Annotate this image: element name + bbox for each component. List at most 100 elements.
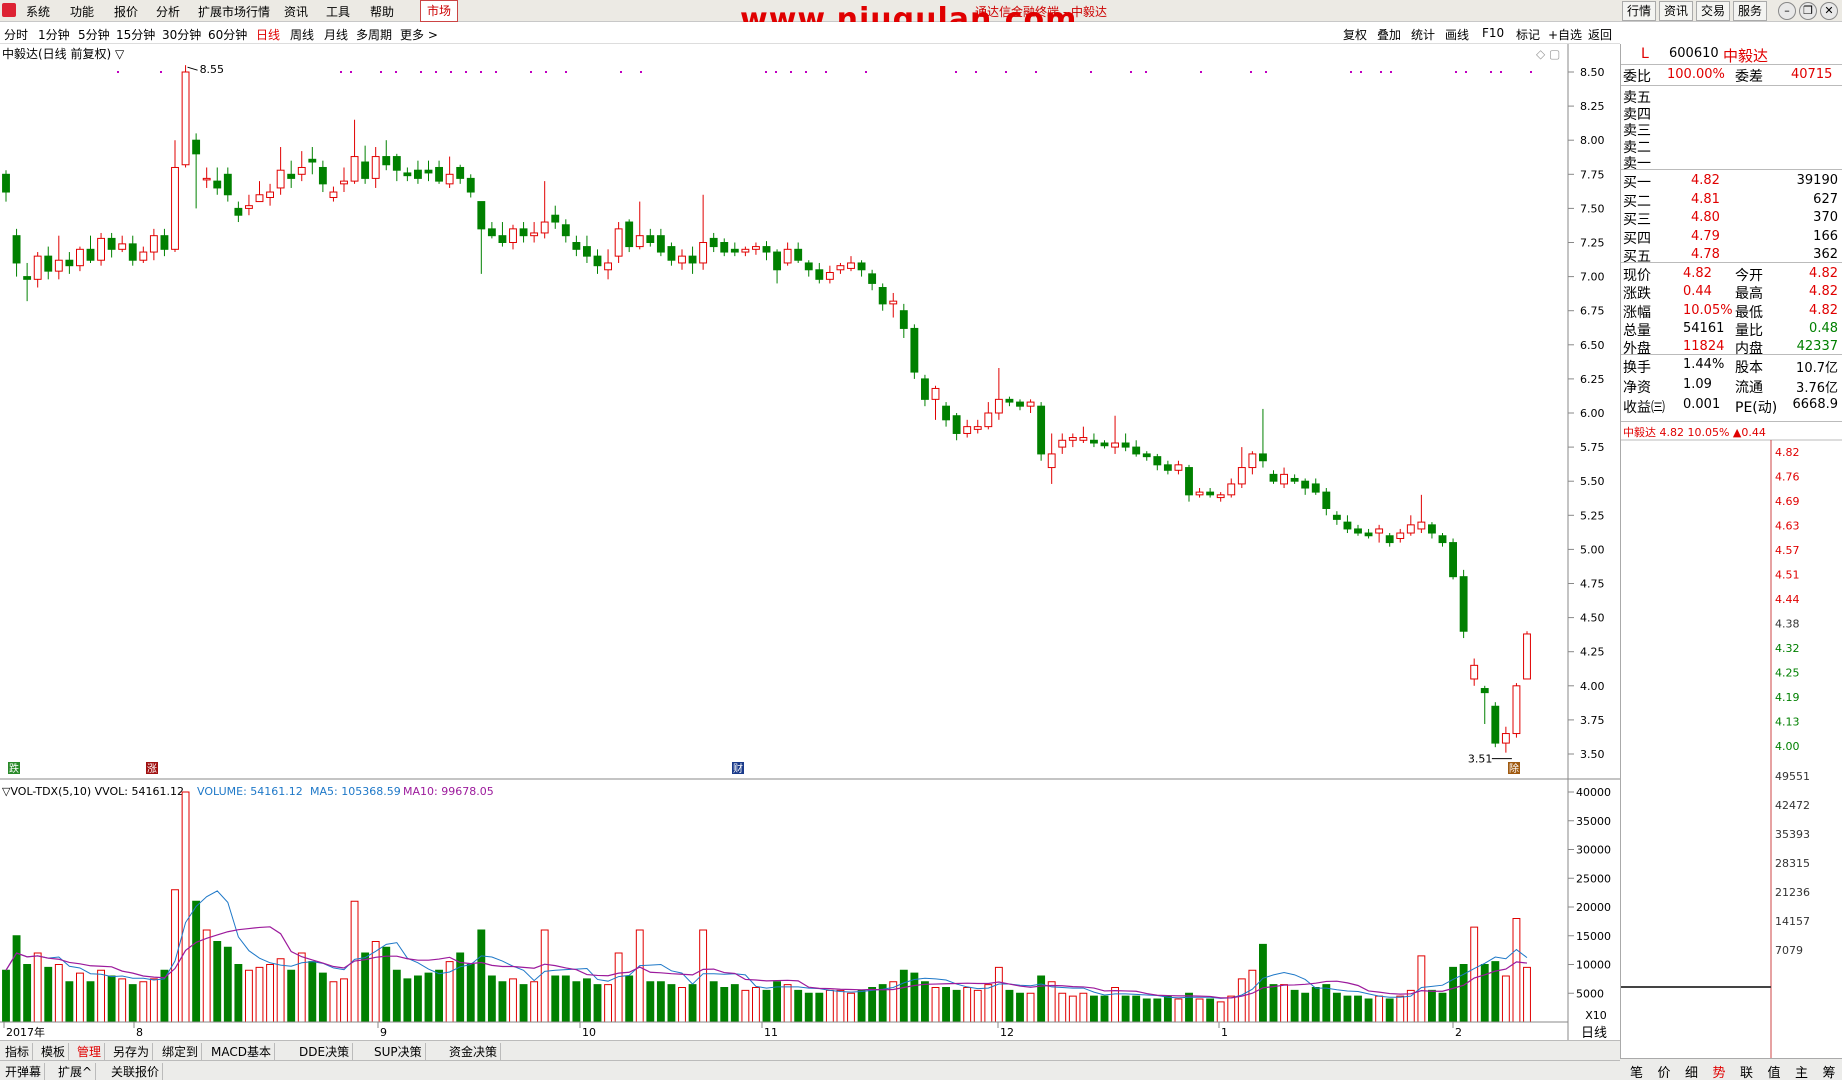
indicator-tab-6[interactable]: DDE决策 xyxy=(296,1043,354,1060)
trade-button[interactable]: 交易 xyxy=(1696,1,1730,21)
candle[interactable] xyxy=(1037,402,1046,461)
close-icon[interactable]: ✕ xyxy=(1820,2,1838,20)
panel-tab-0[interactable]: 笔 xyxy=(1630,1062,1643,1080)
toolbar-draw[interactable]: 画线 xyxy=(1445,26,1469,43)
menu-help[interactable]: 帮助 xyxy=(370,3,394,20)
indicator-tab-0[interactable]: 指标 xyxy=(2,1043,34,1060)
panel-tab-3[interactable]: 势 xyxy=(1713,1062,1726,1080)
period-more[interactable]: 更多 > xyxy=(400,26,438,43)
stat-4-3: 42337 xyxy=(1796,339,1838,355)
menu-info[interactable]: 资讯 xyxy=(284,3,308,20)
service-button[interactable]: 服务 xyxy=(1733,1,1767,21)
panel-tab-1[interactable]: 价 xyxy=(1658,1062,1671,1080)
volume-bar xyxy=(1090,995,1098,1023)
volume-bar xyxy=(107,975,116,1023)
candle[interactable] xyxy=(1459,569,1468,639)
volume-bar xyxy=(498,981,507,1023)
candle[interactable] xyxy=(1512,683,1521,738)
event-marker-icon[interactable]: 除 xyxy=(1508,762,1520,775)
toolbar-stats[interactable]: 统计 xyxy=(1411,26,1435,43)
menu-quote[interactable]: 报价 xyxy=(114,3,138,20)
extra-tab-0[interactable]: 开弹幕 xyxy=(2,1063,46,1080)
volume-bar xyxy=(762,989,771,1023)
candle[interactable] xyxy=(1449,538,1457,580)
minimize-icon[interactable]: – xyxy=(1778,2,1796,20)
restore-icon[interactable]: ❐ xyxy=(1799,2,1817,20)
menu-tools[interactable]: 工具 xyxy=(326,3,350,20)
volume-bar xyxy=(730,984,739,1023)
volume-bar xyxy=(688,984,697,1023)
weicha-value: 40715 xyxy=(1791,67,1833,82)
x-label: 2017年 xyxy=(6,1025,45,1039)
indicator-tab-2[interactable]: 管理 xyxy=(74,1043,106,1060)
menu-extended-market[interactable]: 扩展市场行情 xyxy=(198,3,270,20)
volume-bar xyxy=(414,975,422,1023)
indicator-tab-7[interactable]: SUP决策 xyxy=(371,1043,426,1060)
volume-bar xyxy=(783,984,792,1023)
period-daily[interactable]: 日线 xyxy=(256,26,280,43)
weibi-label: 委比 xyxy=(1623,69,1651,85)
info-button[interactable]: 资讯 xyxy=(1659,1,1693,21)
toolbar-add-favorite[interactable]: +自选 xyxy=(1548,26,1582,43)
extra-tab-2[interactable]: 关联报价 xyxy=(108,1063,164,1080)
panel-tab-2[interactable]: 细 xyxy=(1685,1062,1698,1080)
stat2-1-2: 流通 xyxy=(1735,380,1763,396)
volume-bar xyxy=(192,900,201,1023)
event-marker-icon[interactable]: 涨 xyxy=(146,762,158,775)
market-tab[interactable]: 市场 xyxy=(420,0,458,22)
period-60min[interactable]: 60分钟 xyxy=(208,26,247,43)
kline-chart[interactable]: 中毅达(日线 前复权) ▽ ◇ ▢ 8.50 8.25 8.00 7.75 7.50 7.… xyxy=(0,44,1620,1040)
toolbar-restore-rights[interactable]: 复权 xyxy=(1343,26,1367,43)
candle[interactable] xyxy=(181,65,190,168)
mini-intraday-chart[interactable]: 中毅达 4.82 10.05% ▲0.44 4.82 4.76 4.69 4.63 4.… xyxy=(1621,422,1842,1058)
daily-label[interactable]: 日线 xyxy=(1568,1022,1620,1041)
volume-bar xyxy=(635,929,644,1023)
event-marker-icon[interactable]: 财 xyxy=(732,762,744,775)
indicator-tab-8[interactable]: 资金决策 xyxy=(446,1043,502,1060)
panel-tab-7[interactable]: 筹 xyxy=(1823,1062,1836,1080)
y-tick-3: 7.75 xyxy=(1580,168,1605,181)
stat-1-0: 涨跌 xyxy=(1623,286,1651,303)
candle[interactable] xyxy=(1523,631,1531,680)
period-weekly[interactable]: 周线 xyxy=(290,26,314,43)
chart-settings-icon[interactable]: ◇ ▢ xyxy=(1536,47,1560,61)
event-marker-icon[interactable]: 跌 xyxy=(8,762,20,775)
stat2-2-2: PE(动) xyxy=(1735,400,1778,416)
volume-bar xyxy=(1121,995,1130,1023)
volume-bar xyxy=(1396,995,1405,1023)
volume-bar xyxy=(1480,964,1489,1023)
period-5min[interactable]: 5分钟 xyxy=(78,26,110,43)
candle[interactable] xyxy=(910,324,919,379)
period-multi[interactable]: 多周期 xyxy=(356,26,392,43)
indicator-tab-1[interactable]: 模板 xyxy=(38,1043,70,1060)
panel-tab-6[interactable]: 主 xyxy=(1795,1062,1808,1080)
indicator-tab-3[interactable]: 另存为 xyxy=(110,1043,154,1060)
menu-system[interactable]: 系统 xyxy=(26,3,50,20)
toolbar-back[interactable]: 返回 xyxy=(1588,26,1612,43)
indicator-tab-5[interactable]: MACD基本 xyxy=(208,1043,275,1060)
indicator-tab-4[interactable]: 绑定到 xyxy=(159,1043,203,1060)
menu-function[interactable]: 功能 xyxy=(70,3,94,20)
panel-tab-4[interactable]: 联 xyxy=(1740,1062,1753,1080)
mini-vol-tick: 42472 xyxy=(1775,799,1810,812)
panel-tab-5[interactable]: 值 xyxy=(1768,1062,1781,1080)
quote-button[interactable]: 行情 xyxy=(1622,1,1656,21)
volume-bar xyxy=(540,929,549,1023)
period-15min[interactable]: 15分钟 xyxy=(116,26,155,43)
toolbar-mark[interactable]: 标记 xyxy=(1516,26,1540,43)
period-timeshare[interactable]: 分时 xyxy=(4,26,28,43)
volume-bar xyxy=(1026,992,1035,1023)
extra-tab-1[interactable]: 扩展^ xyxy=(55,1063,97,1080)
volume-bar xyxy=(266,964,274,1023)
period-monthly[interactable]: 月线 xyxy=(324,26,348,43)
period-1min[interactable]: 1分钟 xyxy=(38,26,70,43)
candle[interactable] xyxy=(1491,702,1500,748)
toolbar-overlay[interactable]: 叠加 xyxy=(1377,26,1401,43)
period-30min[interactable]: 30分钟 xyxy=(162,26,201,43)
x10-label: X10 xyxy=(1585,1009,1607,1022)
volume-bar xyxy=(466,964,475,1023)
menu-analysis[interactable]: 分析 xyxy=(156,3,180,20)
volume-bar xyxy=(984,984,993,1023)
toolbar-f10[interactable]: F10 xyxy=(1482,26,1504,40)
buy-volume: 370 xyxy=(1813,210,1838,225)
